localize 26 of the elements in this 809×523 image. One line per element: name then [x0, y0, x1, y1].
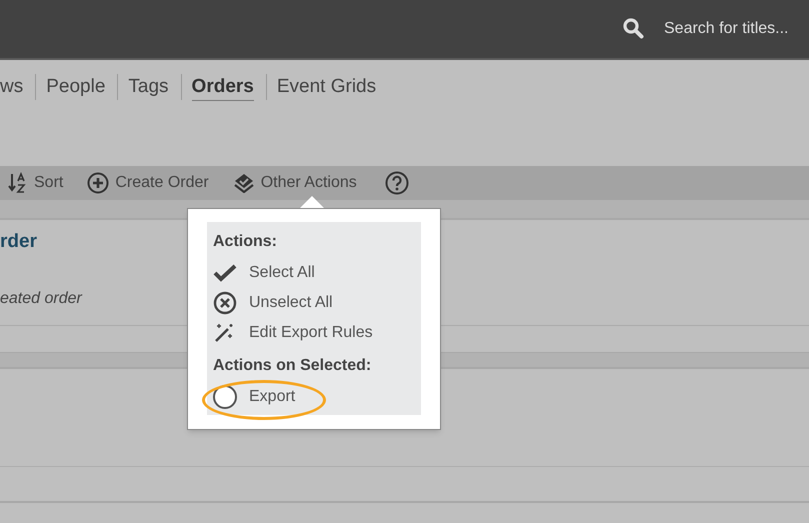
toolbar-button[interactable]: Other Actions — [232, 171, 357, 195]
nav-tab[interactable]: Tags — [128, 74, 169, 100]
nav-tab[interactable]: Orders — [192, 74, 254, 100]
magic-wand-icon — [213, 322, 235, 344]
checkmark-icon — [213, 264, 237, 282]
x-circle-icon — [213, 291, 237, 315]
toolbar-button[interactable]: Create Order — [87, 171, 209, 195]
layers-check-icon — [232, 173, 255, 193]
menu-item[interactable]: Unselect All — [249, 291, 333, 315]
toolbar-button[interactable]: Sort — [8, 171, 64, 195]
menu-item[interactable]: Select All — [249, 261, 315, 285]
plus-circle-icon — [87, 172, 110, 194]
sort-az-icon — [8, 172, 28, 194]
menu-item[interactable]: Edit Export Rules — [249, 321, 373, 345]
nav-tab[interactable]: Event Grids — [276, 74, 376, 100]
nav-tab[interactable]: ws — [0, 74, 24, 100]
order-subtitle: eated order — [0, 288, 82, 308]
menu-heading: Actions on Selected: — [213, 356, 372, 376]
help-icon[interactable] — [384, 171, 409, 195]
radio-button[interactable] — [213, 385, 237, 409]
menu-heading: Actions: — [213, 232, 278, 252]
search-field[interactable]: Search for titles... — [664, 17, 799, 41]
search-icon — [622, 17, 644, 39]
nav-tab[interactable]: People — [46, 74, 106, 100]
order-title[interactable]: rder — [0, 228, 37, 256]
menu-item[interactable]: Export — [249, 385, 296, 409]
